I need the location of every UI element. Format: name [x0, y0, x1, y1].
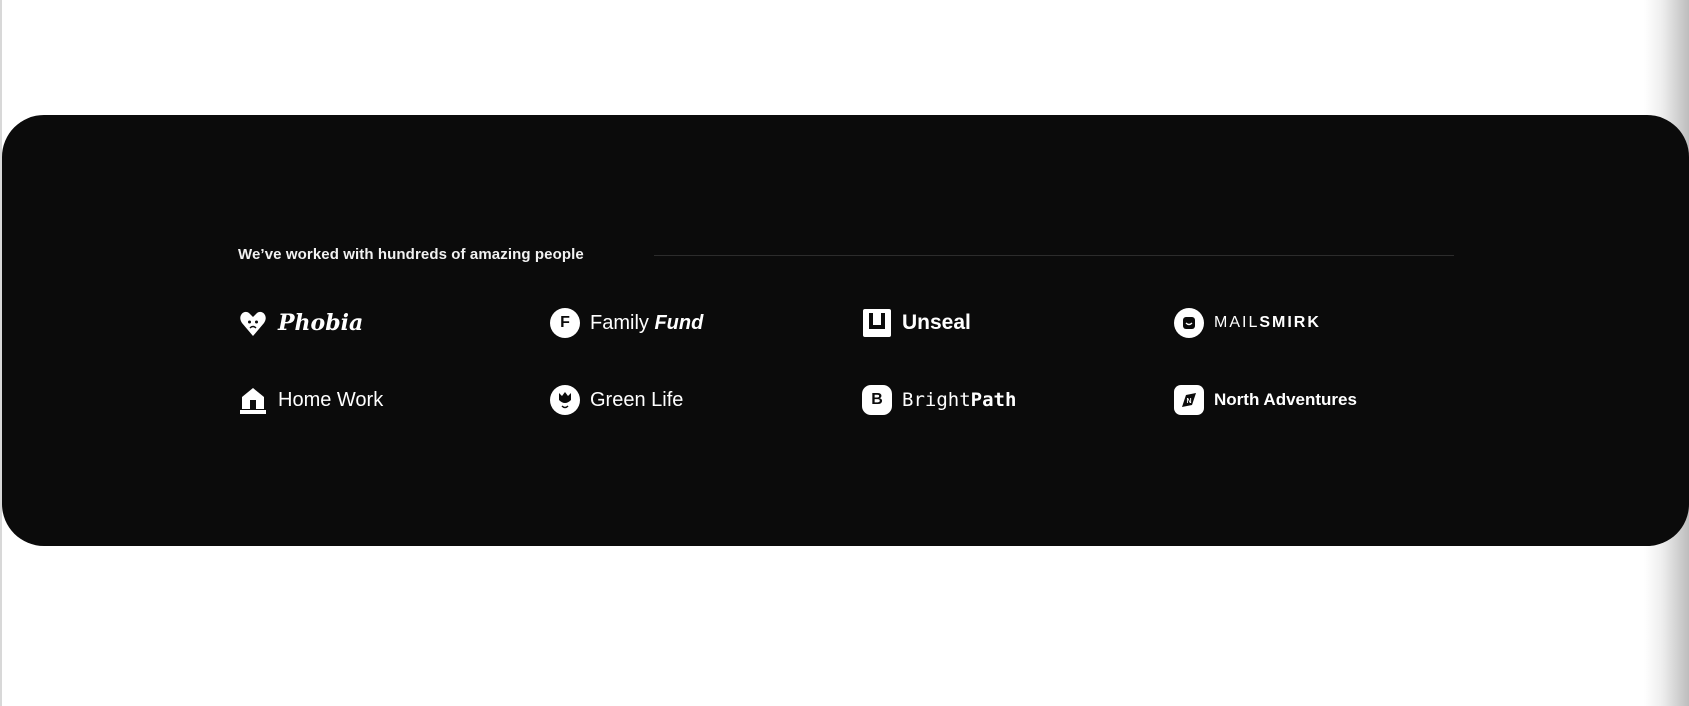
clients-section: We’ve worked with hundreds of amazing pe…: [2, 115, 1689, 546]
logo-text: MAILSMIRK: [1214, 314, 1321, 331]
logo-text: Home Work: [278, 388, 384, 411]
logo-family-fund: F Family Fund: [550, 307, 703, 339]
smirk-circle-icon: [1174, 308, 1204, 338]
logo-north-adventures: N North Adventures: [1174, 384, 1357, 416]
logo-text: North Adventures: [1214, 390, 1357, 409]
logo-mailsmirk: MAILSMIRK: [1174, 307, 1321, 339]
sad-heart-icon: [238, 308, 268, 338]
tulip-circle-icon: [550, 385, 580, 415]
logo-green-life: Green Life: [550, 384, 683, 416]
section-heading: We’ve worked with hundreds of amazing pe…: [238, 246, 584, 263]
f-circle-icon: F: [550, 308, 580, 338]
b-square-icon: B: [862, 385, 892, 415]
logo-text: Unseal: [902, 311, 971, 334]
divider: [654, 255, 1454, 256]
logo-text: Phobia: [278, 310, 364, 336]
unseal-square-icon: [862, 308, 892, 338]
logo-text: Family Fund: [590, 311, 704, 334]
logo-brightpath: B BrightPath: [862, 384, 1016, 416]
compass-square-icon: N: [1174, 385, 1204, 415]
logo-text: Green Life: [590, 388, 684, 411]
logo-text: BrightPath: [902, 389, 1017, 411]
svg-text:N: N: [1186, 398, 1191, 405]
house-icon: [238, 385, 268, 415]
logo-phobia: Phobia: [238, 307, 363, 339]
logo-home-work: Home Work: [238, 384, 383, 416]
logo-unseal: Unseal: [862, 307, 971, 339]
